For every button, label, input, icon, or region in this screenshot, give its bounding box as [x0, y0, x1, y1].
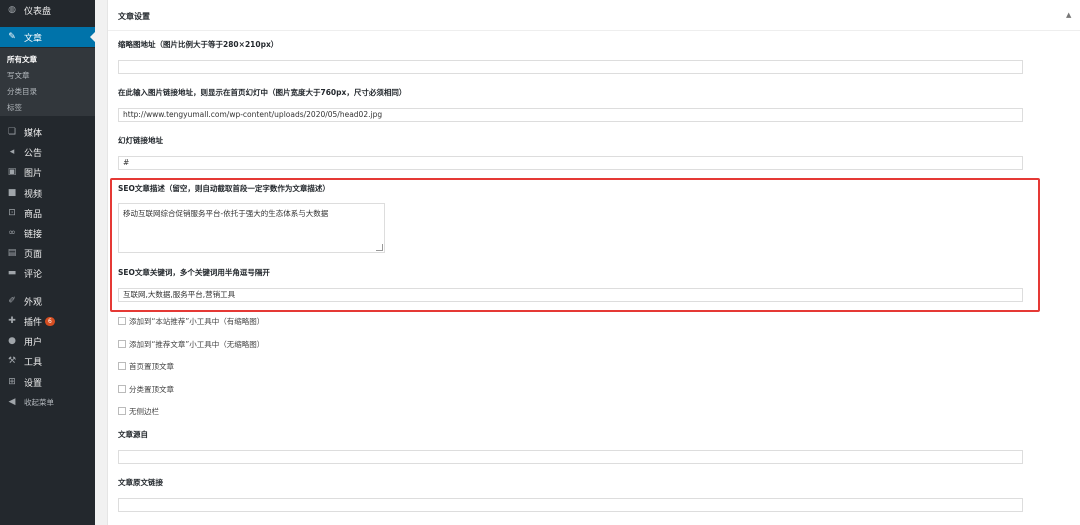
seo-description-label: SEO文章描述（留空，则自动截取首段一定字数作为文章描述）	[118, 184, 330, 193]
checkbox-home-sticky[interactable]	[118, 362, 126, 370]
settings-icon: ⊞	[8, 377, 16, 387]
menu-users[interactable]: ● 用户	[0, 331, 95, 351]
checkbox-label: 分类置顶文章	[129, 384, 174, 394]
menu-label: 文章	[24, 33, 43, 44]
image-icon: ▣	[7, 167, 17, 177]
menu-label: 公告	[24, 148, 43, 159]
checkbox-site-recommend[interactable]	[118, 317, 126, 325]
menu-images[interactable]: ▣ 图片	[0, 162, 95, 182]
cart-icon: ⊡	[8, 208, 16, 218]
menu-label: 图片	[24, 168, 43, 179]
menu-label: 媒体	[24, 128, 43, 139]
checkbox-row[interactable]: 添加到“推荐文章”小工具中（无缩略图）	[118, 338, 264, 350]
checkbox-row[interactable]: 无侧边栏	[118, 405, 159, 417]
slide-link-label: 幻灯链接地址	[118, 136, 163, 145]
menu-plugins[interactable]: ✚ 插件 6	[0, 311, 95, 331]
menu-notices[interactable]: ◂ 公告	[0, 142, 95, 162]
posts-submenu: 所有文章 写文章 分类目录 标签	[0, 48, 95, 116]
admin-sidebar: ◍ 仪表盘 ✎ 文章 所有文章 写文章 分类目录 标签 ❏ 媒体 ◂ 公告 ▣ 图片 ■ 视…	[0, 0, 95, 525]
menu-pages[interactable]: ▤ 页面	[0, 243, 95, 263]
submenu-all-posts[interactable]: 所有文章	[7, 54, 37, 65]
plugin-icon: ✚	[8, 316, 16, 326]
user-icon: ●	[8, 336, 16, 346]
link-icon: ∞	[8, 228, 16, 238]
plugin-update-badge: 6	[45, 316, 55, 326]
slide-link-input[interactable]: #	[118, 156, 1023, 170]
slide-image-label: 在此输入图片链接地址，则显示在首页幻灯中（图片宽度大于760px，尺寸必须相同）	[118, 88, 407, 97]
comment-icon: ▬	[7, 268, 17, 278]
media-icon: ❏	[7, 127, 17, 137]
menu-label: 仪表盘	[24, 6, 52, 17]
source-label: 文章源自	[118, 430, 148, 439]
checkbox-label: 无侧边栏	[129, 406, 159, 416]
dashboard-icon: ◍	[8, 5, 16, 15]
source-link-input[interactable]	[118, 498, 1023, 512]
checkbox-row[interactable]: 首页置顶文章	[118, 360, 174, 372]
source-link-label: 文章原文链接	[118, 478, 163, 487]
collapse-icon: ◀	[8, 397, 16, 407]
submenu-new-post[interactable]: 写文章	[7, 70, 30, 81]
menu-collapse[interactable]: ◀ 收起菜单	[0, 392, 95, 412]
menu-media[interactable]: ❏ 媒体	[0, 122, 95, 142]
menu-label: 收起菜单	[24, 397, 54, 407]
checkbox-label: 添加到“推荐文章”小工具中（无缩略图）	[129, 339, 265, 349]
brush-icon: ✐	[8, 296, 16, 306]
menu-label: 用户	[24, 337, 43, 348]
menu-products[interactable]: ⊡ 商品	[0, 203, 95, 223]
seo-description-textarea[interactable]: 移动互联网综合促销服务平台-依托于强大的生态体系与大数据	[118, 203, 385, 253]
video-icon: ■	[7, 188, 17, 198]
checkbox-category-sticky[interactable]	[118, 385, 126, 393]
thumbnail-label: 缩略图地址（图片比例大于等于280×210px）	[118, 40, 279, 49]
seo-keywords-label: SEO文章关键词，多个关键词用半角逗号隔开	[118, 268, 270, 277]
menu-dashboard[interactable]: ◍ 仪表盘	[0, 0, 95, 20]
source-input[interactable]	[118, 450, 1023, 464]
menu-label: 页面	[24, 249, 43, 260]
menu-label: 链接	[24, 229, 43, 240]
menu-videos[interactable]: ■ 视频	[0, 183, 95, 203]
resize-handle-icon[interactable]	[376, 244, 383, 251]
seo-description-text: 移动互联网综合促销服务平台-依托于强大的生态体系与大数据	[123, 209, 329, 218]
postbox-header[interactable]: 文章设置 ▲	[108, 0, 1080, 31]
menu-label: 商品	[24, 209, 43, 220]
collapse-toggle-icon[interactable]: ▲	[1066, 11, 1071, 19]
page-icon: ▤	[7, 248, 17, 258]
menu-label: 设置	[24, 378, 43, 389]
seo-keywords-input[interactable]: 互联网,大数据,服务平台,营销工具	[118, 288, 1023, 302]
megaphone-icon: ◂	[9, 147, 15, 157]
menu-label: 插件	[24, 317, 43, 328]
menu-links[interactable]: ∞ 链接	[0, 223, 95, 243]
checkbox-label: 添加到“本站推荐”小工具中（有缩略图）	[129, 316, 265, 326]
menu-label: 外观	[24, 297, 43, 308]
postbox-title: 文章设置	[118, 12, 150, 21]
thumbnail-input[interactable]	[118, 60, 1023, 74]
menu-posts[interactable]: ✎ 文章	[0, 27, 95, 47]
menu-label: 工具	[24, 357, 43, 368]
menu-tools[interactable]: ⚒ 工具	[0, 351, 95, 371]
wrench-icon: ⚒	[7, 356, 17, 366]
pin-icon: ✎	[8, 32, 16, 42]
checkbox-row[interactable]: 添加到“本站推荐”小工具中（有缩略图）	[118, 315, 264, 327]
menu-appearance[interactable]: ✐ 外观	[0, 291, 95, 311]
checkbox-no-sidebar[interactable]	[118, 407, 126, 415]
menu-label: 评论	[24, 269, 43, 280]
checkbox-row[interactable]: 分类置顶文章	[118, 383, 174, 395]
menu-label: 视频	[24, 189, 43, 200]
submenu-categories[interactable]: 分类目录	[7, 86, 37, 97]
checkbox-recommend-post[interactable]	[118, 340, 126, 348]
menu-comments[interactable]: ▬ 评论	[0, 263, 95, 283]
checkbox-label: 首页置顶文章	[129, 361, 174, 371]
submenu-tags[interactable]: 标签	[7, 102, 22, 113]
post-settings-box: 文章设置 ▲ 缩略图地址（图片比例大于等于280×210px） 在此输入图片链接…	[107, 0, 1080, 525]
slide-image-input[interactable]: http://www.tengyumall.com/wp-content/upl…	[118, 108, 1023, 122]
menu-settings[interactable]: ⊞ 设置	[0, 372, 95, 392]
